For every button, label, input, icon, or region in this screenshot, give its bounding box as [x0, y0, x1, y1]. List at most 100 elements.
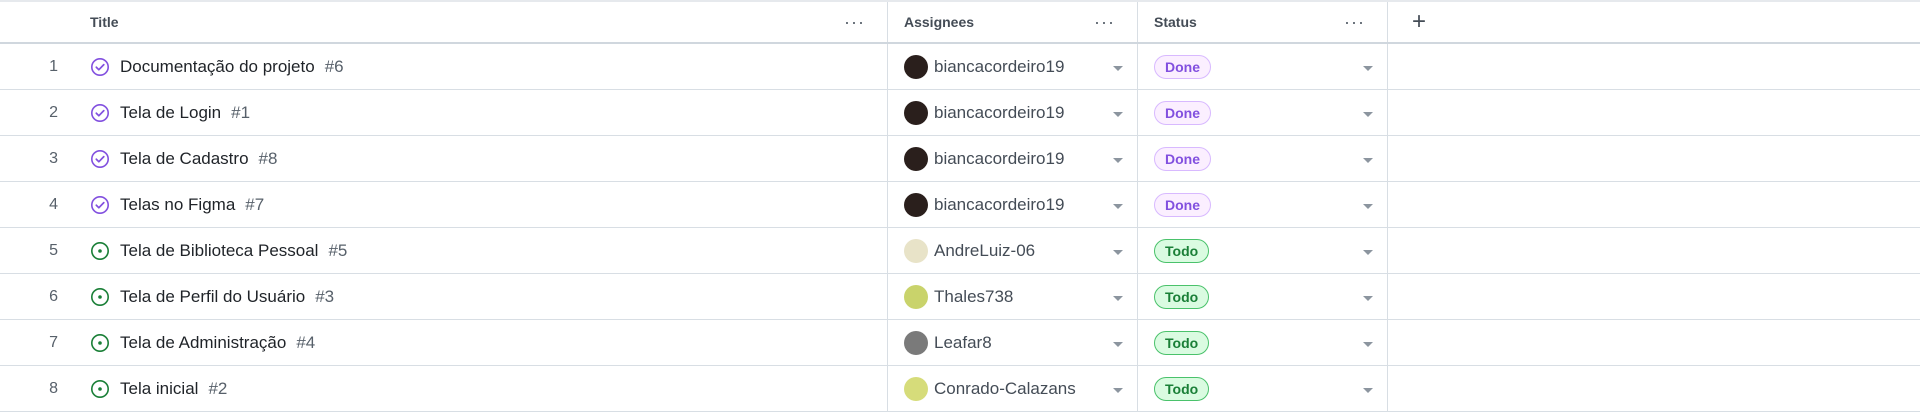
row-number: 7 [0, 320, 82, 365]
issue-title-link[interactable]: Tela de Login [120, 103, 221, 123]
title-cell[interactable]: Telas no Figma #7 [82, 182, 888, 227]
assignee-cell[interactable]: biancacordeiro19 [888, 182, 1138, 227]
status-cell[interactable]: Done [1138, 182, 1388, 227]
chevron-down-icon[interactable] [1363, 387, 1373, 393]
avatar [904, 284, 928, 309]
status-cell[interactable]: Done [1138, 136, 1388, 181]
issue-title-link[interactable]: Tela de Biblioteca Pessoal [120, 241, 318, 261]
chevron-down-icon[interactable] [1113, 387, 1123, 393]
empty-cell [1388, 366, 1920, 411]
issue-number: #1 [231, 102, 251, 122]
avatar [904, 330, 928, 355]
assignee-name: Conrado-Calazans [934, 378, 1076, 398]
issue-number: #6 [324, 56, 344, 76]
row-number: 6 [0, 274, 82, 319]
chevron-down-icon[interactable] [1113, 157, 1123, 163]
table-row[interactable]: 1 Documentação do projeto #6 biancacorde… [0, 44, 1920, 90]
status-cell[interactable]: Todo [1138, 274, 1388, 319]
title-cell[interactable]: Tela de Login #1 [82, 90, 888, 135]
add-field-plus-icon[interactable]: + [1412, 10, 1426, 34]
issue-closed-icon [90, 57, 110, 77]
table-row[interactable]: 4 Telas no Figma #7 biancacordeiro19 Don… [0, 182, 1920, 228]
title-cell[interactable]: Documentação do projeto #6 [82, 44, 888, 89]
row-number-label: 1 [49, 57, 58, 75]
assignee-name: biancacordeiro19 [934, 194, 1065, 214]
assignee-name: Thales738 [934, 286, 1014, 306]
issue-title-link[interactable]: Tela de Perfil do Usuário [120, 287, 305, 307]
chevron-down-icon[interactable] [1113, 341, 1123, 347]
chevron-down-icon[interactable] [1363, 295, 1373, 301]
chevron-down-icon[interactable] [1363, 341, 1373, 347]
table-row[interactable]: 3 Tela de Cadastro #8 biancacordeiro19 D… [0, 136, 1920, 182]
chevron-down-icon[interactable] [1363, 111, 1373, 117]
chevron-down-icon[interactable] [1113, 65, 1123, 71]
row-number: 2 [0, 90, 82, 135]
title-column-menu-icon[interactable]: ··· [844, 13, 865, 31]
title-cell[interactable]: Tela de Administração #4 [82, 320, 888, 365]
chevron-down-icon[interactable] [1363, 65, 1373, 71]
table-row[interactable]: 7 Tela de Administração #4 Leafar8 Todo [0, 320, 1920, 366]
assignees-column-menu-icon[interactable]: ··· [1094, 13, 1115, 31]
status-column-menu-icon[interactable]: ··· [1344, 13, 1365, 31]
chevron-down-icon[interactable] [1363, 203, 1373, 209]
assignee-cell[interactable]: Conrado-Calazans [888, 366, 1138, 411]
title-cell[interactable]: Tela de Cadastro #8 [82, 136, 888, 181]
table-row[interactable]: 2 Tela de Login #1 biancacordeiro19 Done [0, 90, 1920, 136]
assignee-cell[interactable]: AndreLuiz-06 [888, 228, 1138, 273]
row-number: 1 [0, 44, 82, 89]
issue-title-link[interactable]: Telas no Figma [120, 195, 235, 215]
table-row[interactable]: 6 Tela de Perfil do Usuário #3 Thales738… [0, 274, 1920, 320]
header-title-label: Title [90, 14, 119, 30]
status-badge: Done [1154, 192, 1211, 217]
status-badge: Done [1154, 146, 1211, 171]
title-cell[interactable]: Tela de Biblioteca Pessoal #5 [82, 228, 888, 273]
header-assignees-column[interactable]: Assignees ··· [888, 2, 1138, 42]
row-number-label: 4 [49, 195, 58, 213]
chevron-down-icon[interactable] [1113, 295, 1123, 301]
assignee-cell[interactable]: biancacordeiro19 [888, 44, 1138, 89]
header-title-column[interactable]: Title ··· [82, 2, 888, 42]
empty-cell [1388, 320, 1920, 365]
chevron-down-icon[interactable] [1113, 111, 1123, 117]
row-number-label: 8 [49, 379, 58, 397]
chevron-down-icon[interactable] [1113, 249, 1123, 255]
title-cell[interactable]: Tela de Perfil do Usuário #3 [82, 274, 888, 319]
status-cell[interactable]: Todo [1138, 320, 1388, 365]
status-badge: Done [1154, 100, 1211, 125]
chevron-down-icon[interactable] [1113, 203, 1123, 209]
header-row-number [0, 2, 82, 42]
issue-title-link[interactable]: Documentação do projeto [120, 57, 315, 77]
header-status-label: Status [1154, 14, 1197, 30]
table-row[interactable]: 8 Tela inicial #2 Conrado-Calazans Todo [0, 366, 1920, 412]
assignee-cell[interactable]: biancacordeiro19 [888, 136, 1138, 181]
assignee-cell[interactable]: Leafar8 [888, 320, 1138, 365]
avatar [904, 54, 928, 79]
assignee-name: Leafar8 [934, 332, 992, 352]
chevron-down-icon[interactable] [1363, 157, 1373, 163]
chevron-down-icon[interactable] [1363, 249, 1373, 255]
row-number-label: 6 [49, 287, 58, 305]
issue-title-link[interactable]: Tela de Cadastro [120, 149, 249, 169]
status-cell[interactable]: Todo [1138, 228, 1388, 273]
status-cell[interactable]: Done [1138, 44, 1388, 89]
status-cell[interactable]: Todo [1138, 366, 1388, 411]
avatar [904, 100, 928, 125]
issue-title-link[interactable]: Tela de Administração [120, 333, 286, 353]
assignee-cell[interactable]: biancacordeiro19 [888, 90, 1138, 135]
status-cell[interactable]: Done [1138, 90, 1388, 135]
issue-number: #8 [258, 148, 278, 168]
issue-closed-icon [90, 195, 110, 215]
row-number: 4 [0, 182, 82, 227]
row-number-label: 7 [49, 333, 58, 351]
empty-cell [1388, 182, 1920, 227]
empty-cell [1388, 44, 1920, 89]
title-cell[interactable]: Tela inicial #2 [82, 366, 888, 411]
table-row[interactable]: 5 Tela de Biblioteca Pessoal #5 AndreLui… [0, 228, 1920, 274]
empty-cell [1388, 136, 1920, 181]
status-badge: Todo [1154, 376, 1210, 401]
issue-title-link[interactable]: Tela inicial [120, 379, 198, 399]
assignee-cell[interactable]: Thales738 [888, 274, 1138, 319]
header-status-column[interactable]: Status ··· [1138, 2, 1388, 42]
row-number: 8 [0, 366, 82, 411]
row-number: 5 [0, 228, 82, 273]
